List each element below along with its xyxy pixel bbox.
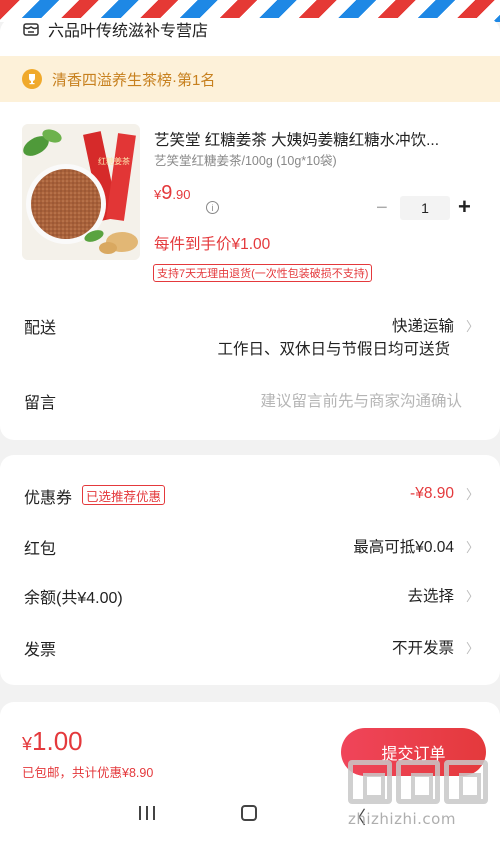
coupon-label: 优惠券: [24, 490, 73, 507]
product-image[interactable]: 红糖姜茶: [22, 124, 140, 260]
chevron-right-icon: 〉: [466, 640, 480, 656]
recent-apps-icon[interactable]: [139, 806, 155, 820]
trophy-icon: [22, 69, 42, 89]
return-policy-badge: 支持7天无理由退货(一次性包装破损不支持): [153, 264, 373, 282]
quantity-input[interactable]: 1: [400, 196, 450, 220]
chevron-right-icon: 〉: [466, 318, 480, 334]
chevron-right-icon: 〉: [466, 588, 480, 604]
delivery-method-selector[interactable]: 快递运输 〉: [391, 314, 480, 336]
coupon-selector[interactable]: -¥8.90 〉: [410, 484, 480, 503]
total-value: 1.00: [32, 726, 83, 756]
watermark-url: zhizhizhi.com: [348, 810, 456, 828]
coupon-value: -¥8.90: [410, 484, 454, 502]
quantity-decrease-button[interactable]: −: [376, 198, 388, 218]
total-symbol: ¥: [22, 734, 33, 754]
balance-label: 余额(共¥4.00): [24, 590, 123, 607]
delivery-note: 工作日、双休日与节假日均可送货: [217, 341, 450, 358]
shop-icon: [23, 23, 39, 36]
shop-header[interactable]: 六品叶传统滋补专营店: [22, 18, 208, 40]
info-icon[interactable]: i: [206, 201, 219, 214]
price-decimal: .90: [172, 187, 191, 202]
redpacket-selector[interactable]: 最高可抵¥0.04 〉: [353, 535, 480, 557]
product-price: ¥ 9 .90: [154, 182, 190, 205]
delivery-label: 配送: [24, 320, 57, 337]
delivery-method: 快递运输: [391, 318, 454, 335]
final-price-per-item: 每件到手价¥1.00: [154, 236, 271, 253]
rank-banner[interactable]: 清香四溢养生茶榜·第1名: [0, 56, 500, 102]
remark-label: 留言: [24, 395, 57, 412]
total-price: ¥ 1.00: [22, 726, 83, 757]
balance-selector[interactable]: 去选择 〉: [407, 584, 480, 606]
invoice-selector[interactable]: 不开发票 〉: [391, 636, 480, 658]
balance-value: 去选择: [407, 588, 454, 605]
quantity-increase-button[interactable]: +: [458, 196, 471, 218]
price-symbol: ¥: [154, 187, 162, 202]
watermark-glyph: [396, 760, 440, 804]
rank-text: 清香四溢养生茶榜·第1名: [52, 71, 216, 89]
packet-label: 红糖姜茶: [98, 156, 130, 166]
home-icon[interactable]: [241, 805, 257, 821]
watermark-glyph: [348, 760, 392, 804]
redpacket-value: 最高可抵¥0.04: [353, 539, 454, 556]
product-title[interactable]: 艺笑堂 红糖姜茶 大姨妈姜糖红糖水冲饮...: [154, 128, 474, 150]
chevron-right-icon: 〉: [466, 539, 480, 555]
watermark-glyph: [444, 760, 488, 804]
coupon-badge: 已选推荐优惠: [82, 485, 166, 505]
invoice-label: 发票: [24, 642, 57, 659]
redpacket-label: 红包: [24, 541, 57, 558]
product-spec: 艺笑堂红糖姜茶/100g (10g*10袋): [154, 154, 337, 168]
total-savings: 已包邮，共计优惠¥8.90: [22, 766, 154, 780]
site-watermark: zhizhizhi.com: [348, 760, 498, 844]
chevron-right-icon: 〉: [466, 487, 480, 502]
invoice-value: 不开发票: [391, 640, 454, 657]
remark-input[interactable]: 建议留言前先与商家沟通确认: [260, 389, 462, 411]
price-integer: 9: [161, 182, 173, 204]
shop-name: 六品叶传统滋补专营店: [48, 23, 209, 40]
